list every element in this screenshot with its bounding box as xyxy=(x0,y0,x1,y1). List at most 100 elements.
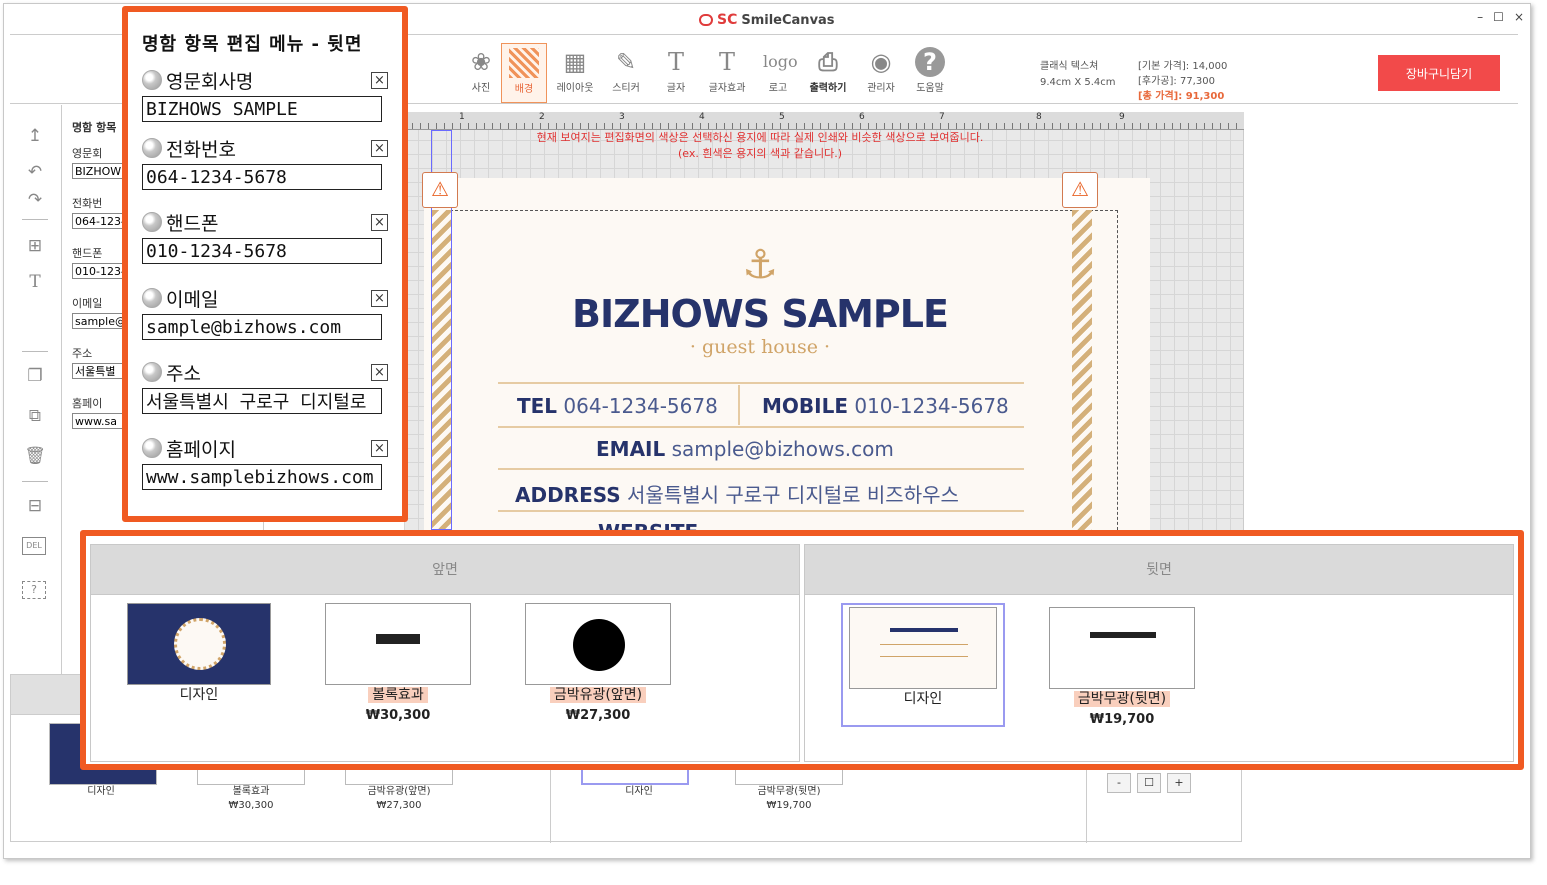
bg-field-label: 이메일 xyxy=(72,297,103,310)
front-side-header[interactable]: 앞면 xyxy=(91,545,799,595)
field-label-row: 전화번호 xyxy=(142,136,388,161)
field-label-row: 이메일 xyxy=(142,286,388,311)
tool-photo[interactable]: ❀ 사진 xyxy=(458,47,504,94)
card-mobile[interactable]: MOBILE 010-1234-5678 xyxy=(762,394,1009,418)
address-label: ADDRESS xyxy=(515,483,621,507)
tool-background[interactable]: 배경 xyxy=(501,43,547,103)
tool-text[interactable]: T 글자 xyxy=(653,47,699,94)
undo-icon[interactable]: ↶ xyxy=(22,159,48,185)
logo-icon: logo xyxy=(763,52,798,71)
layout-icon: ▦ xyxy=(563,48,587,76)
ruler-mark: 1 xyxy=(459,112,465,122)
remove-field-button[interactable]: × xyxy=(371,440,388,457)
remove-field-button[interactable]: × xyxy=(371,364,388,381)
item-panel-header: 명함 항목 xyxy=(72,121,117,134)
tool-label: 도움말 xyxy=(916,83,944,94)
paper-info: 클래식 텍스쳐 9.4cm X 5.4cm xyxy=(1040,59,1116,91)
tool-admin[interactable]: ◉ 관리자 xyxy=(858,47,904,94)
back-side-header[interactable]: 뒷면 xyxy=(805,545,1513,595)
mobile-input[interactable] xyxy=(142,238,382,264)
warning-icon[interactable]: ⚠ xyxy=(422,172,458,208)
redo-icon[interactable]: ↷ xyxy=(22,187,48,213)
tool-label: 배경 xyxy=(514,84,534,95)
align-icon[interactable]: ⊟ xyxy=(22,493,48,519)
globe-icon xyxy=(142,212,162,232)
help-box-icon[interactable]: ? xyxy=(22,581,46,599)
emboss-label: 볼록효과 ₩30,300 xyxy=(325,685,471,726)
remove-field-button[interactable]: × xyxy=(371,290,388,307)
side-select-panel: 앞면 디자인 볼록효과 ₩30,300 금박유광(앞면) ₩27,300 뒷면 … xyxy=(80,530,1524,770)
card-divider xyxy=(498,468,1024,470)
background-icon xyxy=(509,48,539,78)
back-design-thumb[interactable] xyxy=(849,607,997,689)
smilecanvas-logo-icon xyxy=(699,14,713,26)
stripe-right[interactable] xyxy=(1072,210,1092,540)
email-label: EMAIL xyxy=(596,437,666,461)
trash-icon[interactable]: 🗑 xyxy=(22,443,48,469)
remove-field-button[interactable]: × xyxy=(371,140,388,157)
tool-label: 관리자 xyxy=(867,83,895,94)
thumb-price: ₩30,300 xyxy=(365,708,431,723)
front-design-thumb[interactable] xyxy=(127,603,271,685)
tool-layout[interactable]: ▦ 레이아웃 xyxy=(552,47,598,94)
card-tel[interactable]: TEL 064-1234-5678 xyxy=(517,394,718,418)
bottom-item-price: ₩30,300 xyxy=(228,800,274,811)
tool-print[interactable]: ⎙ 출력하기 xyxy=(805,47,851,94)
app-title: SC SmileCanvas xyxy=(699,12,835,28)
warning-icon[interactable]: ⚠ xyxy=(1062,172,1098,208)
zoom-fit-button[interactable]: ☐ xyxy=(1137,773,1161,793)
card-brand-name[interactable]: BIZHOWS SAMPLE xyxy=(560,292,960,336)
move-up-icon[interactable]: ↥ xyxy=(22,123,48,149)
divider xyxy=(22,481,48,482)
globe-icon xyxy=(142,138,162,158)
photo-icon: ❀ xyxy=(470,48,492,76)
item-edit-popup: 명함 항목 편집 메뉴 - 뒷면 영문회사명 × 전화번호 × 핸드폰 × 이메… xyxy=(122,6,408,522)
maximize-button[interactable]: ☐ xyxy=(1493,10,1504,24)
tool-sticker[interactable]: ✎ 스티커 xyxy=(603,47,649,94)
add-image-icon[interactable]: ⊞ xyxy=(22,233,48,259)
popup-title: 명함 항목 편집 메뉴 - 뒷면 xyxy=(142,34,363,55)
seal-icon xyxy=(174,618,226,670)
foil-gloss-front-thumb[interactable] xyxy=(525,603,671,685)
add-text-icon[interactable]: T xyxy=(22,269,48,295)
zoom-out-button[interactable]: - xyxy=(1107,773,1131,793)
color-notice-line1: 현재 보여지는 편집화면의 색상은 선택하신 용지에 따라 실제 인쇄와 비슷한… xyxy=(536,131,984,144)
card-website[interactable]: WEBSITE xyxy=(598,520,698,530)
tool-logo[interactable]: logo 로고 xyxy=(755,47,801,94)
emboss-thumb[interactable] xyxy=(325,603,471,685)
company-name-input[interactable] xyxy=(142,96,382,122)
tool-label: 글자 xyxy=(666,83,686,94)
remove-field-button[interactable]: × xyxy=(371,72,388,89)
homepage-input[interactable] xyxy=(142,464,382,490)
card-address[interactable]: ADDRESS 서울특별시 구로구 디지털로 비즈하우스 xyxy=(515,479,959,508)
ruler-mark: 6 xyxy=(859,112,865,122)
color-notice-line2: (ex. 흰색은 용지의 색과 같습니다.) xyxy=(677,147,843,160)
tool-label: 출력하기 xyxy=(809,83,847,94)
add-to-cart-button[interactable]: 장바구니담기 xyxy=(1378,55,1500,91)
bottom-item-label: 금박무광(뒷면) xyxy=(757,786,821,797)
front-design-label: 디자인 xyxy=(127,685,271,705)
mobile-label: MOBILE xyxy=(762,394,848,418)
phone-input[interactable] xyxy=(142,164,382,190)
delete-icon[interactable]: DEL xyxy=(22,537,46,555)
foil-matte-back-thumb[interactable] xyxy=(1049,607,1195,689)
duplicate-icon[interactable]: ⧉ xyxy=(22,403,48,429)
tool-text-effect[interactable]: T 글자효과 xyxy=(704,47,750,94)
bottom-thumb-label: 볼록효과 ₩30,300 xyxy=(191,785,311,813)
card-tagline[interactable]: · guest house · xyxy=(560,336,960,358)
zoom-in-button[interactable]: + xyxy=(1167,773,1191,793)
tool-help[interactable]: ? 도움말 xyxy=(907,47,953,94)
close-window-button[interactable]: × xyxy=(1514,10,1524,24)
address-input[interactable] xyxy=(142,388,382,414)
copy-icon[interactable]: ❐ xyxy=(22,363,48,389)
thumb-price: ₩19,700 xyxy=(1089,712,1155,727)
bottom-item-price: ₩19,700 xyxy=(766,800,812,811)
card-email[interactable]: EMAIL sample@bizhows.com xyxy=(596,437,894,461)
foil-matte-back-label: 금박무광(뒷면) ₩19,700 xyxy=(1049,689,1195,730)
email-input[interactable] xyxy=(142,314,382,340)
field-label-row: 주소 xyxy=(142,360,388,385)
minimize-button[interactable]: – xyxy=(1477,10,1483,24)
ruler-mark: 3 xyxy=(619,112,625,122)
anchor-icon[interactable]: ⚓ xyxy=(735,242,785,288)
remove-field-button[interactable]: × xyxy=(371,214,388,231)
